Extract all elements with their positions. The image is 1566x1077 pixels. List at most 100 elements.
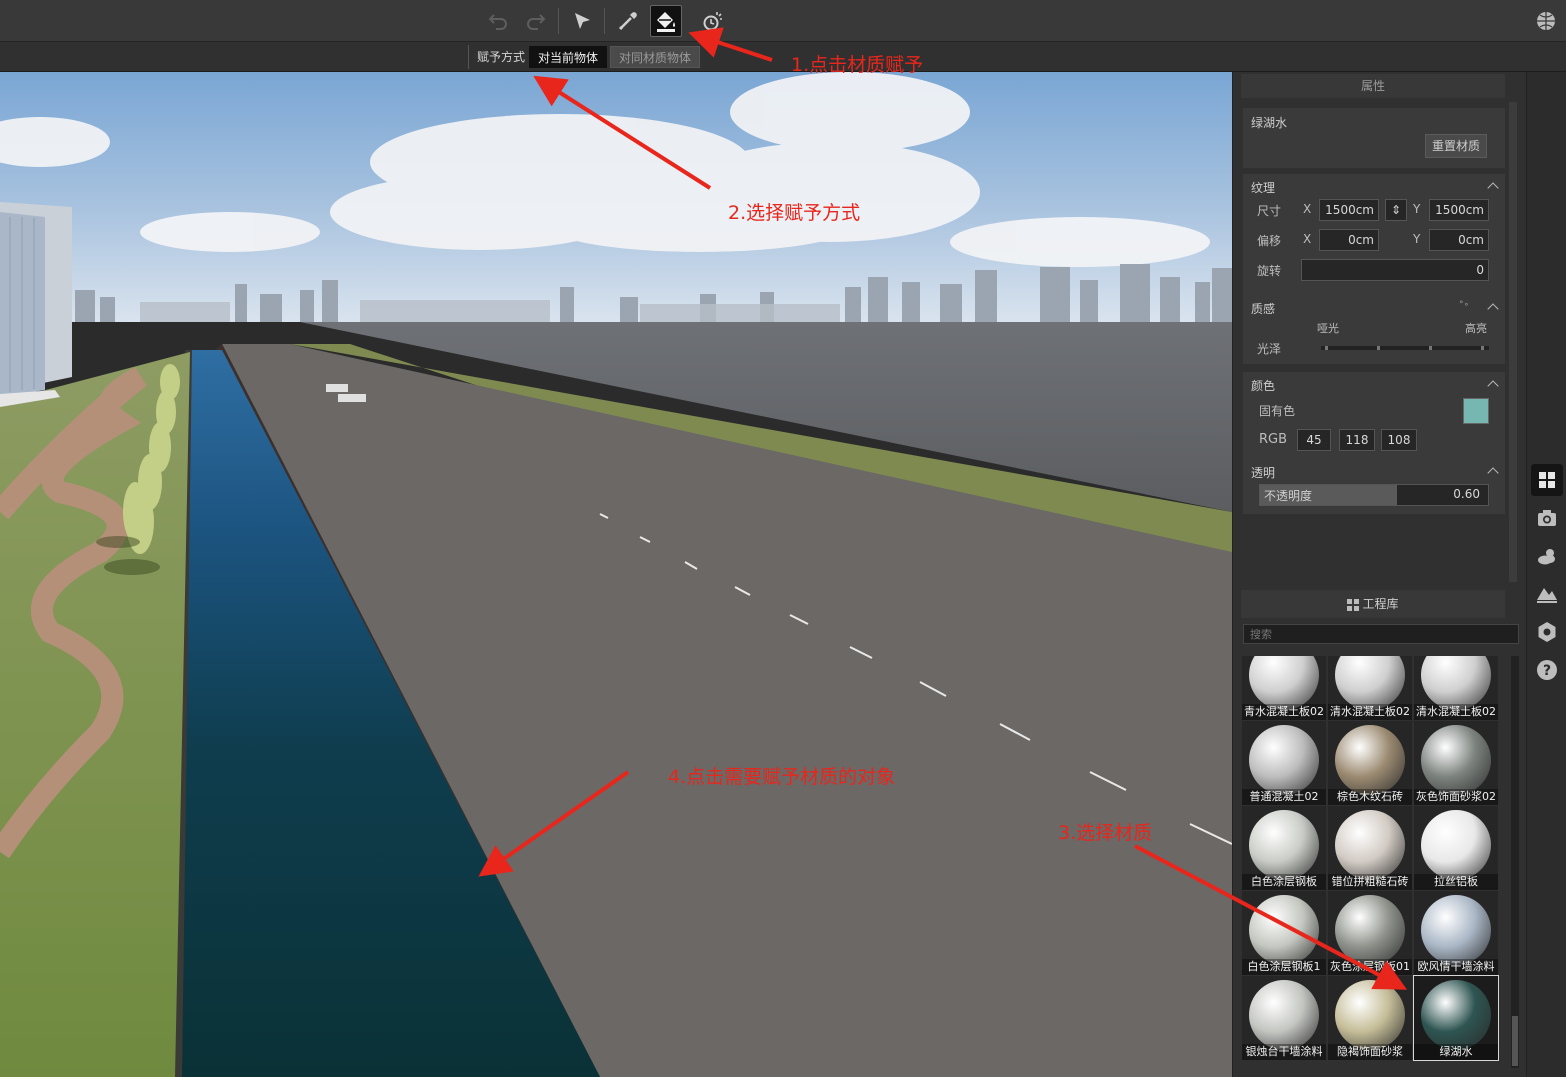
size-label: 尺寸: [1257, 204, 1282, 218]
top-toolbar: [0, 0, 1566, 42]
size-y-field[interactable]: 1500cm: [1429, 199, 1489, 221]
sun-time-icon[interactable]: [696, 5, 728, 37]
gloss-slider[interactable]: [1321, 346, 1489, 350]
properties-header: 属性: [1241, 74, 1505, 98]
reset-material-button[interactable]: 重置材质: [1425, 134, 1488, 158]
material-tile-label: 错位拼粗糙石砖: [1328, 874, 1412, 890]
3d-viewport[interactable]: [0, 72, 1232, 1077]
slider-tick: [1429, 346, 1432, 350]
material-sphere-icon: [1335, 810, 1405, 880]
library-grid-icon: [1347, 598, 1360, 611]
library-search-input[interactable]: [1243, 624, 1519, 644]
library-scrollbar[interactable]: [1511, 656, 1519, 1068]
collapse-chevron-icon[interactable]: [1487, 380, 1499, 392]
material-tile-label: 绿湖水: [1414, 1044, 1498, 1060]
material-sphere-icon: [1421, 656, 1491, 710]
material-tile-label: 灰色涂层钢板01: [1328, 959, 1412, 975]
matte-label: 哑光: [1317, 322, 1339, 335]
rgb-g-field[interactable]: 118: [1339, 429, 1375, 451]
assign-current-object-option[interactable]: 对当前物体: [529, 46, 608, 68]
material-tile[interactable]: 拉丝铝板: [1414, 806, 1498, 890]
rgb-r-field[interactable]: 45: [1297, 429, 1331, 451]
assign-mode-group: 赋予方式 对当前物体 对同材质物体: [468, 45, 701, 69]
material-name: 绿湖水: [1251, 116, 1288, 130]
material-sphere-icon: [1249, 895, 1319, 965]
library-scrollbar-thumb[interactable]: [1512, 1016, 1518, 1066]
rotate-label: 旋转: [1257, 264, 1282, 278]
properties-scrollbar[interactable]: [1509, 102, 1517, 582]
size-x-label: X: [1303, 202, 1312, 216]
settings-icon[interactable]: [1531, 616, 1563, 648]
library-title: 工程库: [1362, 597, 1399, 611]
material-sphere-icon: [1249, 810, 1319, 880]
globe-icon[interactable]: [1530, 5, 1562, 37]
material-library-grid: 青水混凝土板02 清水混凝土板02 清水混凝土板02 普通混凝土02 棕色木纹石砖 灰色饰…: [1242, 656, 1504, 1066]
material-tile[interactable]: 欧风情干墙涂料: [1414, 891, 1498, 975]
quality-title: 质感: [1251, 302, 1276, 316]
material-sphere-icon: [1335, 895, 1405, 965]
offset-x-field[interactable]: 0cm: [1319, 229, 1379, 251]
material-tile-label: 银烛台干墙涂料: [1242, 1044, 1326, 1060]
color-block: 颜色 固有色 RGB 45 118 108 透明 不透明度 0.60: [1243, 372, 1505, 514]
collapse-chevron-icon[interactable]: [1487, 303, 1499, 315]
material-tile[interactable]: 灰色饰面砂浆02: [1414, 721, 1498, 805]
material-tile[interactable]: 清水混凝土板02: [1414, 656, 1498, 720]
material-tile[interactable]: 银烛台干墙涂料: [1242, 976, 1326, 1060]
rotate-field[interactable]: 0: [1301, 259, 1489, 281]
offset-y-label: Y: [1413, 232, 1421, 246]
rgb-b-field[interactable]: 108: [1381, 429, 1417, 451]
svg-text:?: ?: [1543, 663, 1551, 679]
material-tile-label: 清水混凝土板02: [1328, 704, 1412, 720]
opacity-slider[interactable]: 不透明度 0.60: [1259, 484, 1489, 506]
material-tile[interactable]: 白色涂层钢板: [1242, 806, 1326, 890]
offset-y-field[interactable]: 0cm: [1429, 229, 1489, 251]
material-tile[interactable]: 绿湖水: [1413, 975, 1499, 1061]
material-sphere-icon: [1421, 725, 1491, 795]
color-swatch[interactable]: [1463, 398, 1489, 424]
material-tile[interactable]: 青水混凝土板02: [1242, 656, 1326, 720]
intrinsic-color-label: 固有色: [1259, 404, 1296, 418]
material-tile[interactable]: 隐褐饰面砂浆: [1328, 976, 1412, 1060]
material-tile-label: 白色涂层钢板1: [1242, 959, 1326, 975]
opacity-label: 不透明度: [1264, 489, 1313, 503]
material-tile[interactable]: 白色涂层钢板1: [1242, 891, 1326, 975]
material-tile-label: 白色涂层钢板: [1242, 874, 1326, 890]
material-tile-label: 欧风情干墙涂料: [1414, 959, 1498, 975]
material-tile[interactable]: 灰色涂层钢板01: [1328, 891, 1412, 975]
texture-title: 纹理: [1251, 181, 1276, 195]
material-tile[interactable]: 棕色木纹石砖: [1328, 721, 1412, 805]
material-sphere-icon: [1335, 725, 1405, 795]
undo-icon[interactable]: [482, 5, 514, 37]
offset-label: 偏移: [1257, 234, 1282, 248]
redo-icon[interactable]: [520, 5, 552, 37]
material-tile[interactable]: 清水混凝土板02: [1328, 656, 1412, 720]
terrain-icon[interactable]: [1531, 578, 1563, 610]
slider-tick: [1325, 346, 1328, 350]
rgb-label: RGB: [1259, 432, 1288, 447]
weather-icon[interactable]: [1531, 540, 1563, 572]
camera-icon[interactable]: [1531, 502, 1563, 534]
material-tile-label: 拉丝铝板: [1414, 874, 1498, 890]
material-tile[interactable]: 错位拼粗糙石砖: [1328, 806, 1412, 890]
library-header: 工程库: [1241, 590, 1505, 618]
grid-icon[interactable]: [1531, 464, 1563, 496]
collapse-chevron-icon[interactable]: [1487, 467, 1499, 479]
material-tile-label: 棕色木纹石砖: [1328, 789, 1412, 805]
material-tile-label: 灰色饰面砂浆02: [1414, 789, 1498, 805]
assign-same-material-option[interactable]: 对同材质物体: [610, 46, 701, 68]
size-x-field[interactable]: 1500cm: [1319, 199, 1379, 221]
material-tile[interactable]: 普通混凝土02: [1242, 721, 1326, 805]
eyedropper-icon[interactable]: [612, 5, 644, 37]
paint-bucket-icon[interactable]: [650, 5, 682, 37]
collapse-chevron-icon[interactable]: [1487, 182, 1499, 194]
glossy-label: 高亮: [1465, 322, 1487, 335]
select-arrow-icon[interactable]: [566, 5, 598, 37]
slider-tick: [1481, 346, 1484, 350]
material-sphere-icon: [1421, 980, 1491, 1050]
dots-icon[interactable]: °∘: [1459, 300, 1469, 310]
material-sphere-icon: [1249, 656, 1319, 710]
color-title: 颜色: [1251, 379, 1276, 393]
toolbar-separator: [558, 8, 559, 34]
help-icon[interactable]: ?: [1531, 654, 1563, 686]
link-ratio-icon[interactable]: ⇕: [1385, 199, 1407, 221]
